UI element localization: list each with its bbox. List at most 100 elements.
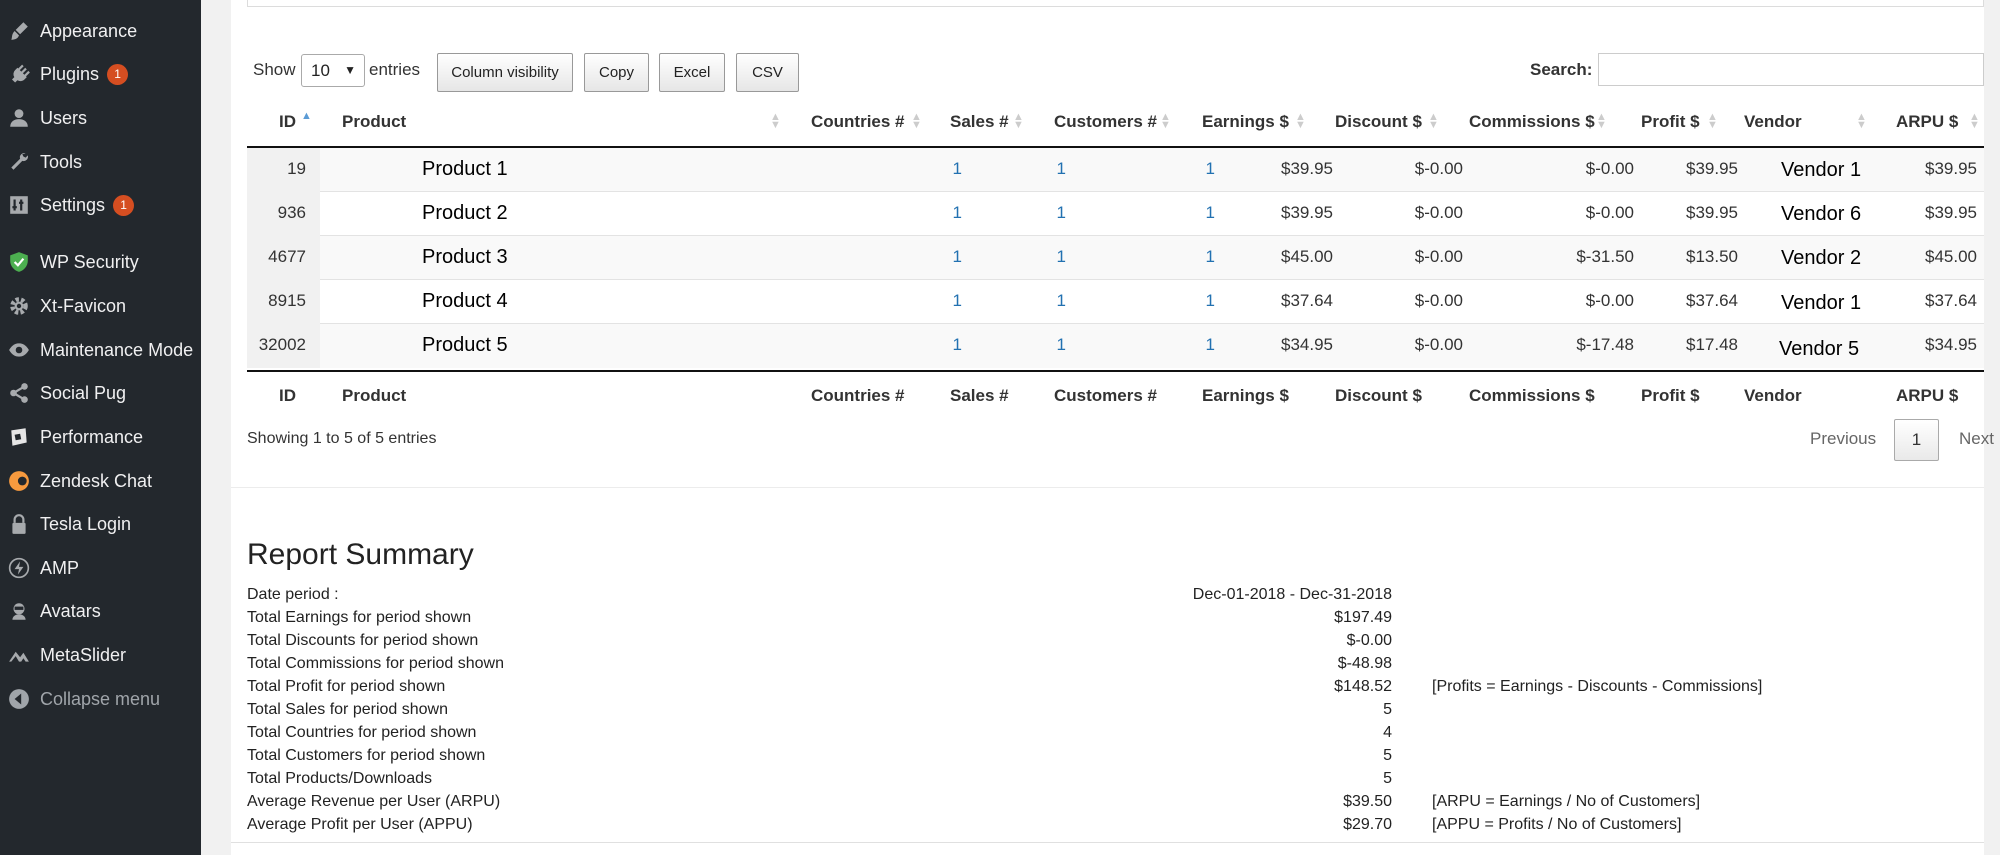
sort-icon: ▲ ▼ [1596, 111, 1607, 131]
column-header-countries[interactable]: Countries # [811, 112, 905, 132]
section-divider [231, 487, 1984, 488]
entries-length-select[interactable]: 10 ▼ [301, 54, 365, 87]
sidebar-item-plugins[interactable]: Plugins 1 [0, 54, 201, 94]
sidebar-item-users[interactable]: Users [0, 98, 201, 138]
column-header-sales[interactable]: Sales # [950, 112, 1009, 132]
cell-arpu: $37.64 [1925, 291, 1977, 310]
search-input[interactable] [1598, 53, 1984, 86]
copy-button[interactable]: Copy [584, 53, 649, 92]
share-icon [6, 380, 32, 406]
sort-icon: ▲ ▼ [1295, 111, 1306, 131]
cell-countries-link[interactable]: 1 [847, 159, 962, 179]
footer-header-earnings: Earnings $ [1202, 386, 1289, 405]
sidebar-item-tools[interactable]: Tools [0, 142, 201, 182]
sidebar-item-label: Tesla Login [40, 513, 132, 534]
summary-row: Total Profit for period shown $148.52 [P… [247, 678, 1847, 701]
footer-header-arpu: ARPU $ [1896, 386, 1959, 405]
sidebar-item-metaslider[interactable]: MetaSlider [0, 635, 201, 675]
collapse-menu-button[interactable]: Collapse menu [0, 679, 201, 719]
pagination-next[interactable]: Next [1959, 429, 1994, 449]
panel-bottom-divider [231, 842, 1984, 843]
cell-earnings: $34.95 [1281, 335, 1333, 354]
sort-icon: ▲ ▼ [770, 111, 781, 131]
cell-product[interactable]: Product 3 [422, 246, 508, 269]
csv-button[interactable]: CSV [736, 53, 799, 92]
table-info: Showing 1 to 5 of 5 entries [247, 430, 437, 447]
cell-id: 19 [287, 159, 306, 178]
sidebar-item-settings[interactable]: Settings 1 [0, 185, 201, 225]
cell-discount: $-0.00 [1414, 335, 1463, 354]
cell-countries-link[interactable]: 1 [847, 335, 962, 355]
cell-sales-link[interactable]: 1 [947, 291, 1066, 311]
settings-icon [6, 192, 32, 218]
column-header-arpu[interactable]: ARPU $ [1896, 112, 1958, 132]
sidebar-item-avatars[interactable]: Avatars [0, 591, 201, 631]
cell-sales-link[interactable]: 1 [947, 203, 1066, 223]
column-header-id[interactable]: ID [279, 112, 296, 132]
footer-header-id: ID [279, 386, 296, 405]
footer-header-sales: Sales # [950, 386, 1009, 405]
sidebar-item-label: Appearance [40, 20, 138, 41]
cell-earnings: $37.64 [1281, 291, 1333, 310]
footer-header-product: Product [342, 386, 407, 405]
cell-product[interactable]: Product 1 [422, 158, 508, 181]
column-header-earnings[interactable]: Earnings $ [1202, 112, 1289, 132]
cell-sales-link[interactable]: 1 [947, 335, 1066, 355]
summary-row: Total Discounts for period shown $-0.00 [247, 632, 1847, 655]
cell-sales-link[interactable]: 1 [947, 159, 1066, 179]
show-label: Show [253, 60, 296, 79]
cell-earnings: $39.95 [1281, 203, 1333, 222]
collapse-menu-label: Collapse menu [40, 688, 161, 709]
sidebar-item-zendesk-chat[interactable]: Zendesk Chat [0, 461, 201, 501]
sidebar-item-performance[interactable]: Performance [0, 417, 201, 457]
cell-countries-link[interactable]: 1 [847, 247, 962, 267]
admin-sidebar: Appearance Plugins 1 Users Tools Setting… [0, 0, 201, 855]
sidebar-item-xt-favicon[interactable]: Xt-Favicon [0, 286, 201, 326]
cell-product[interactable]: Product 5 [422, 334, 508, 357]
cell-countries-link[interactable]: 1 [847, 203, 962, 223]
sidebar-item-label: Maintenance Mode [40, 339, 194, 360]
excel-button[interactable]: Excel [659, 53, 725, 92]
sort-asc-icon: ▲ [301, 110, 312, 122]
pagination-previous[interactable]: Previous [1810, 429, 1876, 449]
column-header-discount[interactable]: Discount $ [1335, 112, 1422, 132]
column-header-product[interactable]: Product [342, 112, 406, 132]
pagination-page-1[interactable]: 1 [1894, 419, 1939, 461]
table-row: 8915 Product 4 1 1 1 $37.64 $-0.00 $-0.0… [247, 280, 1984, 324]
table-footer-rule [247, 370, 1984, 372]
sidebar-item-maintenance-mode[interactable]: Maintenance Mode [0, 330, 201, 370]
cell-product[interactable]: Product 4 [422, 290, 508, 313]
performance-icon [6, 424, 32, 450]
column-header-profit[interactable]: Profit $ [1641, 112, 1700, 132]
cell-commissions: $-0.00 [1585, 291, 1634, 310]
cell-sales-link[interactable]: 1 [947, 247, 1066, 267]
summary-value: $148.52 [1334, 678, 1392, 695]
column-visibility-button[interactable]: Column visibility [437, 53, 573, 92]
sidebar-item-label: Users [40, 107, 88, 128]
sidebar-item-label: Performance [40, 426, 144, 447]
shield-icon [6, 249, 32, 275]
cell-product[interactable]: Product 2 [422, 202, 508, 225]
cell-arpu: $34.95 [1925, 335, 1977, 354]
collapse-arrow-icon [6, 686, 32, 712]
table-row: 19 Product 1 1 1 1 $39.95 $-0.00 $-0.00 … [247, 148, 1984, 192]
sidebar-item-label: Avatars [40, 600, 101, 621]
cell-profit: $39.95 [1686, 203, 1738, 222]
cell-countries-link[interactable]: 1 [847, 291, 962, 311]
sidebar-item-social-pug[interactable]: Social Pug [0, 373, 201, 413]
sidebar-item-tesla-login[interactable]: Tesla Login [0, 504, 201, 544]
column-header-customers[interactable]: Customers # [1054, 112, 1157, 132]
sidebar-item-label: MetaSlider [40, 644, 127, 665]
cell-arpu: $39.95 [1925, 159, 1977, 178]
sidebar-item-amp[interactable]: AMP [0, 548, 201, 588]
report-panel: Show 10 ▼ entries Column visibility Copy… [231, 0, 1994, 855]
column-header-vendor[interactable]: Vendor [1744, 112, 1802, 132]
paintbrush-icon [6, 18, 32, 44]
column-header-commissions[interactable]: Commissions $ [1469, 112, 1595, 132]
sidebar-item-label: WP Security [40, 251, 139, 272]
sidebar-item-appearance[interactable]: Appearance [0, 11, 201, 51]
cell-discount: $-0.00 [1414, 291, 1463, 310]
sidebar-item-wp-security[interactable]: WP Security [0, 242, 201, 282]
sidebar-item-label: Tools [40, 151, 83, 172]
avatar-icon [6, 598, 32, 624]
